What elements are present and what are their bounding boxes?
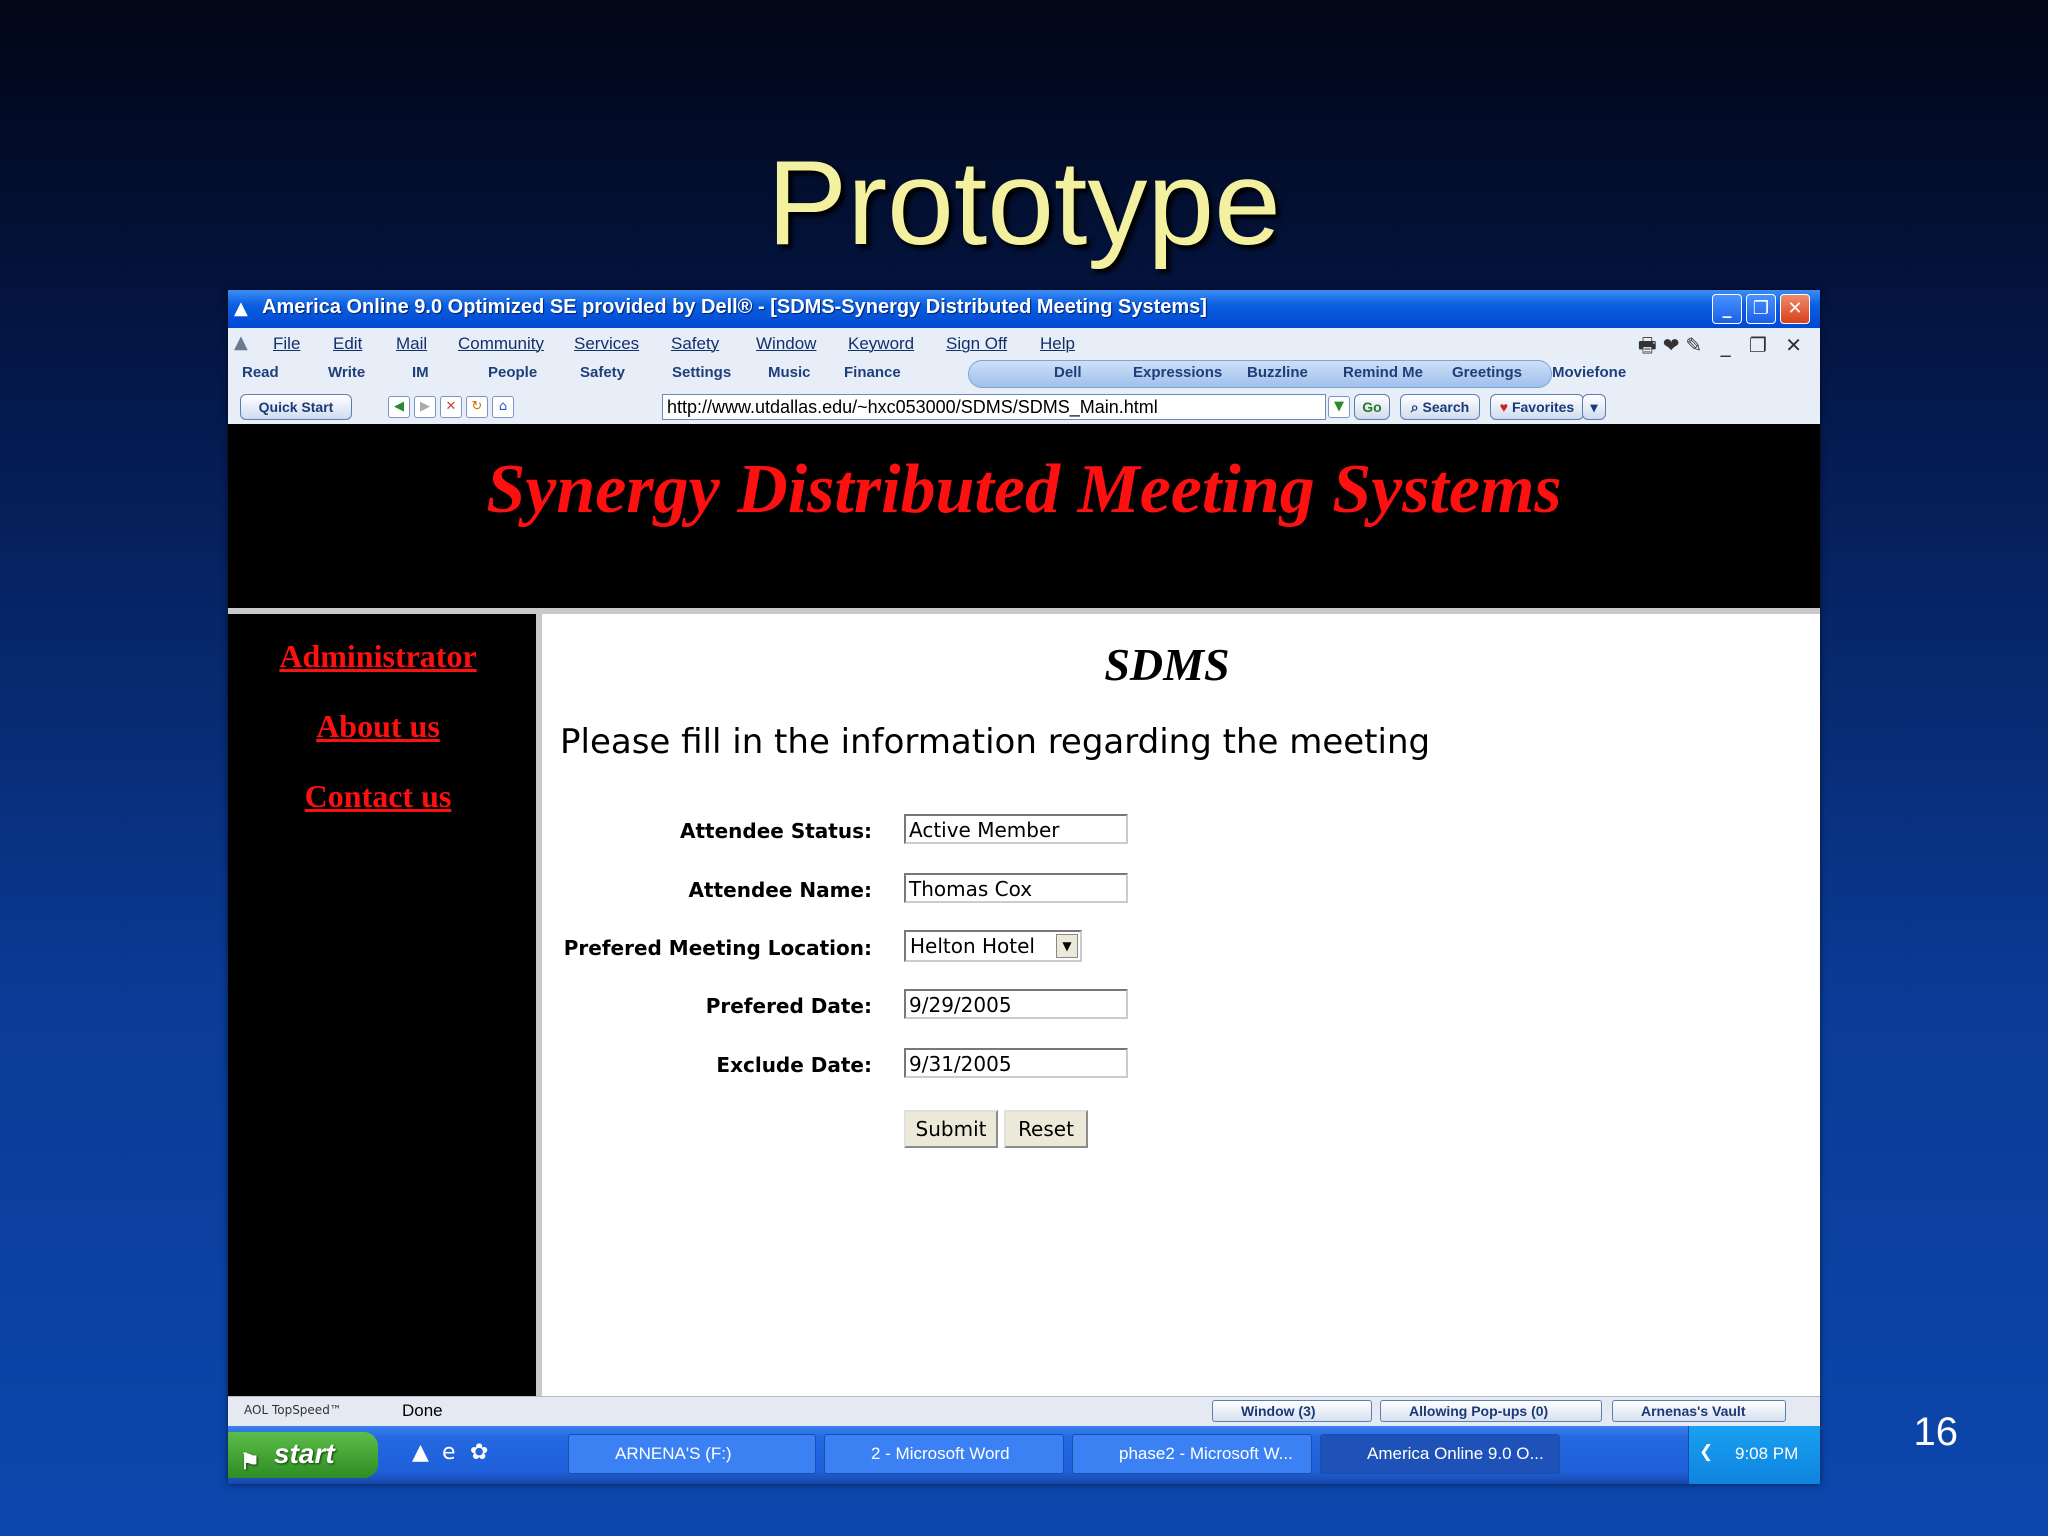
vault-button[interactable]: Arnenas's Vault bbox=[1612, 1400, 1786, 1422]
page-number: 16 bbox=[1913, 1410, 1959, 1454]
slide-title: Prototype bbox=[767, 136, 1281, 270]
nav-about-us[interactable]: About us bbox=[228, 708, 528, 745]
toolbar-dell[interactable]: Dell bbox=[1054, 364, 1082, 381]
search-button[interactable]: ⌕ Search bbox=[1400, 394, 1480, 420]
page-heading: SDMS bbox=[1104, 639, 1230, 690]
stop-icon[interactable]: ✕ bbox=[440, 396, 462, 418]
favorites-dropdown-icon[interactable]: ▾ bbox=[1582, 394, 1606, 420]
menu-help[interactable]: Help bbox=[1040, 334, 1075, 354]
refresh-icon[interactable]: ↻ bbox=[466, 396, 488, 418]
meeting-location-label: Prefered Meeting Location: bbox=[563, 936, 872, 960]
task-word-2[interactable]: 2 - Microsoft Word bbox=[824, 1434, 1064, 1474]
menu-mail[interactable]: Mail bbox=[396, 334, 427, 354]
url-dropdown-icon[interactable]: ▼ bbox=[1328, 396, 1350, 418]
maximize-button[interactable]: ❐ bbox=[1746, 294, 1776, 324]
site-sidebar: Administrator About us Contact us bbox=[228, 614, 542, 1396]
favorites-label: Favorites bbox=[1511, 399, 1575, 415]
attendee-status-label: Attendee Status: bbox=[680, 819, 872, 843]
quicklaunch-msn-icon[interactable]: ✿ bbox=[470, 1440, 488, 1465]
home-icon[interactable]: ⌂ bbox=[492, 396, 514, 418]
toolbar-remind-me[interactable]: Remind Me bbox=[1343, 364, 1423, 381]
exclude-date-input[interactable]: 9/31/2005 bbox=[904, 1048, 1128, 1078]
favorites-button[interactable]: ♥ Favorites bbox=[1490, 394, 1584, 420]
menu-bar: ▲ File Edit Mail Community Services Safe… bbox=[228, 328, 1820, 358]
toolbar-people[interactable]: People bbox=[488, 364, 537, 381]
close-button[interactable]: ✕ bbox=[1780, 294, 1810, 324]
back-icon[interactable]: ◀ bbox=[388, 396, 410, 418]
quicklaunch-aol-icon[interactable]: ▲ bbox=[412, 1440, 429, 1465]
meeting-location-value: Helton Hotel bbox=[910, 934, 1035, 958]
windows-flag-icon: ⚑ bbox=[240, 1449, 260, 1474]
screenshot-window: ▲ America Online 9.0 Optimized SE provid… bbox=[228, 290, 1820, 1484]
start-button[interactable]: ⚑ start bbox=[228, 1432, 378, 1478]
windows-taskbar: ⚑ start ▲ e ✿ ARNENA'S (F:) 2 - Microsof… bbox=[228, 1426, 1820, 1484]
system-tray: ❮ 9:08 PM bbox=[1688, 1426, 1820, 1484]
status-bar: AOL TopSpeed™ Done Window (3) Allowing P… bbox=[228, 1396, 1820, 1427]
menu-file[interactable]: File bbox=[273, 334, 300, 354]
nav-administrator[interactable]: Administrator bbox=[228, 638, 528, 675]
toolbar-greetings[interactable]: Greetings bbox=[1452, 364, 1522, 381]
status-text: Done bbox=[402, 1401, 443, 1420]
toolbar-settings[interactable]: Settings bbox=[672, 364, 731, 381]
main-content: SDMS Please fill in the information rega… bbox=[542, 614, 1820, 1396]
quick-start-button[interactable]: Quick Start bbox=[240, 394, 352, 420]
heart-icon: ♥ bbox=[1499, 399, 1509, 415]
task-drive[interactable]: ARNENA'S (F:) bbox=[568, 1434, 816, 1474]
url-input[interactable]: http://www.utdallas.edu/~hxc053000/SDMS/… bbox=[662, 394, 1326, 420]
prefered-date-label: Prefered Date: bbox=[705, 994, 872, 1018]
chevron-down-icon[interactable]: ▼ bbox=[1056, 934, 1078, 958]
start-label: start bbox=[274, 1438, 335, 1469]
toolbar-write[interactable]: Write bbox=[328, 364, 365, 381]
toolbar-im[interactable]: IM bbox=[412, 364, 429, 381]
exclude-date-label: Exclude Date: bbox=[716, 1053, 872, 1077]
window-count-button[interactable]: Window (3) bbox=[1212, 1400, 1372, 1422]
prefered-date-input[interactable]: 9/29/2005 bbox=[904, 989, 1128, 1019]
toolbar-finance[interactable]: Finance bbox=[844, 364, 901, 381]
toolbar-expressions[interactable]: Expressions bbox=[1133, 364, 1222, 381]
toolbar-moviefone[interactable]: Moviefone bbox=[1552, 364, 1626, 381]
task-word-phase2[interactable]: phase2 - Microsoft W... bbox=[1072, 1434, 1312, 1474]
toolbar-music[interactable]: Music bbox=[768, 364, 811, 381]
menu-sign-off[interactable]: Sign Off bbox=[946, 334, 1007, 354]
menu-edit[interactable]: Edit bbox=[333, 334, 362, 354]
attendee-name-input[interactable]: Thomas Cox bbox=[904, 873, 1128, 903]
toolbar-buzzline[interactable]: Buzzline bbox=[1247, 364, 1308, 381]
menu-window[interactable]: Window bbox=[756, 334, 816, 354]
window-titlebar[interactable]: ▲ America Online 9.0 Optimized SE provid… bbox=[228, 290, 1820, 328]
forward-icon[interactable]: ▶ bbox=[414, 396, 436, 418]
go-button[interactable]: Go bbox=[1354, 394, 1390, 420]
search-label: Search bbox=[1422, 399, 1470, 415]
form-intro: Please fill in the information regarding… bbox=[560, 722, 1431, 762]
menu-services[interactable]: Services bbox=[574, 334, 639, 354]
site-banner-title: Synergy Distributed Meeting Systems bbox=[486, 451, 1562, 528]
aol-toolbar: Read Write IM People Safety Settings Mus… bbox=[228, 358, 1820, 390]
clock: 9:08 PM bbox=[1735, 1444, 1799, 1463]
attendee-name-label: Attendee Name: bbox=[688, 878, 872, 902]
aol-icon: ▲ bbox=[234, 298, 248, 319]
nav-contact-us[interactable]: Contact us bbox=[228, 778, 528, 815]
quicklaunch-ie-icon[interactable]: e bbox=[442, 1440, 456, 1465]
menu-safety[interactable]: Safety bbox=[671, 334, 719, 354]
minimize-button[interactable]: _ bbox=[1712, 294, 1742, 324]
attendee-status-input[interactable]: Active Member bbox=[904, 814, 1128, 844]
address-bar: Quick Start ◀ ▶ ✕ ↻ ⌂ http://www.utdalla… bbox=[228, 390, 1820, 425]
aol-topspeed-label: AOL TopSpeed™ bbox=[244, 1403, 342, 1417]
toolbar-safety[interactable]: Safety bbox=[580, 364, 625, 381]
reset-button[interactable]: Reset bbox=[1004, 1110, 1088, 1148]
toolbar-read[interactable]: Read bbox=[242, 364, 279, 381]
menu-community[interactable]: Community bbox=[458, 334, 544, 354]
task-aol[interactable]: America Online 9.0 O... bbox=[1320, 1434, 1560, 1474]
site-banner: Synergy Distributed Meeting Systems bbox=[228, 424, 1820, 614]
search-icon: ⌕ bbox=[1410, 399, 1419, 415]
popups-button[interactable]: Allowing Pop-ups (0) bbox=[1380, 1400, 1602, 1422]
aol-menu-icon[interactable]: ▲ bbox=[234, 332, 248, 353]
window-title: America Online 9.0 Optimized SE provided… bbox=[262, 296, 1207, 318]
submit-button[interactable]: Submit bbox=[904, 1110, 998, 1148]
tray-arrow-icon[interactable]: ❮ bbox=[1699, 1442, 1713, 1462]
meeting-location-select[interactable]: Helton Hotel ▼ bbox=[904, 930, 1082, 962]
menu-keyword[interactable]: Keyword bbox=[848, 334, 914, 354]
